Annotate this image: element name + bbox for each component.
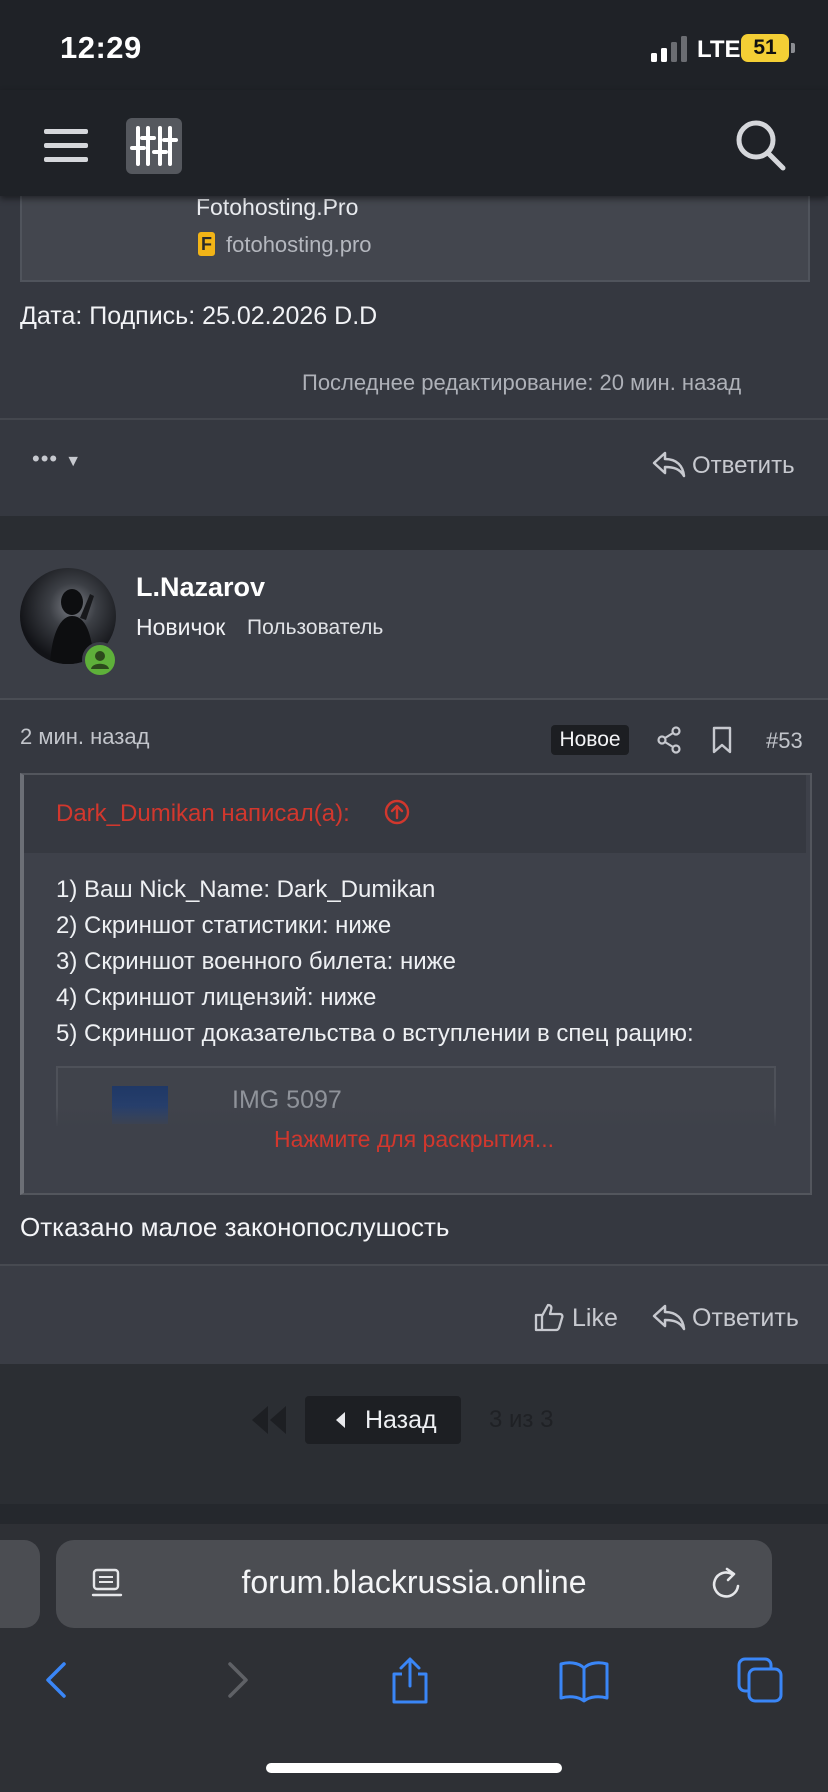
reload-icon[interactable] [710,1566,744,1602]
reply-button[interactable]: Ответить [692,1304,799,1333]
tabs-icon[interactable] [736,1656,784,1704]
embed-url[interactable]: fotohosting.pro [226,232,372,258]
search-icon[interactable] [734,118,786,172]
share-icon[interactable] [656,726,682,754]
hamburger-menu-icon[interactable] [44,128,88,164]
post-message: Отказано малое законопослушость [20,1212,450,1242]
footer-strip [0,1504,828,1524]
reply-icon[interactable] [652,1302,686,1332]
back-icon[interactable] [44,1656,70,1704]
bookmarks-icon[interactable] [558,1656,610,1704]
new-badge: Новое [551,725,629,755]
username[interactable]: L.Nazarov [136,572,265,603]
thumbs-up-icon[interactable] [534,1302,564,1332]
divider [0,418,828,420]
quote-fade [24,1106,806,1128]
quote-line: 1) Ваш Nick_Name: Dark_Dumikan [56,876,436,903]
post-number[interactable]: #53 [766,728,803,754]
battery-icon: 51 [741,34,789,62]
reply-icon[interactable] [652,450,686,478]
url-text[interactable]: forum.blackrussia.online [0,1564,828,1601]
embed-title[interactable]: Fotohosting.Pro [196,194,358,221]
page-indicator: 3 из 3 [489,1406,554,1433]
chevron-down-icon: ▼ [65,453,83,470]
home-indicator [266,1763,562,1773]
filter-sliders-icon[interactable] [126,118,182,174]
share-icon[interactable] [388,1656,432,1704]
network-label: LTE [697,36,741,63]
arrow-up-circle-icon[interactable] [384,799,410,825]
more-options-button[interactable]: ••• ▼ [32,446,82,472]
post-timestamp[interactable]: 2 мин. назад [20,724,149,750]
like-button[interactable]: Like [572,1304,618,1333]
reply-button[interactable]: Ответить [692,452,795,480]
divider [0,698,828,700]
quote-line: 3) Скриншот военного билета: ниже [56,948,457,975]
user-rank: Новичок [136,614,226,640]
caret-left-icon [336,1412,345,1428]
user-title: Пользователь [247,616,384,639]
signature-date: Дата: Подпись: 25.02.2026 D.D [20,302,378,330]
quote-line: 5) Скриншот доказательства о вступлении … [56,1020,694,1047]
forum-header [0,90,828,196]
last-edited[interactable]: Последнее редактирование: 20 мин. назад [302,370,741,396]
battery-tip [791,43,795,53]
link-embed-card[interactable] [20,196,810,282]
quote-line: 2) Скриншот статистики: ниже [56,912,392,939]
prev-page-label[interactable]: Назад [365,1406,437,1435]
more-dots: ••• [32,446,59,471]
online-status-icon [82,642,118,678]
forward-icon[interactable] [224,1656,250,1704]
status-time: 12:29 [60,30,142,65]
quote-author[interactable]: Dark_Dumikan написал(а): [56,800,350,828]
quote-line: 4) Скриншот лицензий: ниже [56,984,377,1011]
expand-quote-link[interactable]: Нажмите для раскрытия... [0,1126,828,1153]
post-separator [0,516,828,550]
signal-icon [651,36,687,62]
post-user-header [0,550,828,698]
first-page-icon[interactable] [250,1404,288,1436]
bookmark-icon[interactable] [712,726,732,754]
favicon-icon: F [198,232,215,256]
